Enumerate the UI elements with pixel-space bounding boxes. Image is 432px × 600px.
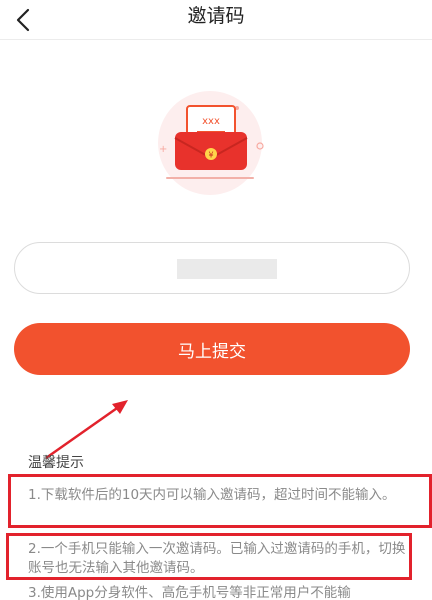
svg-text:¥: ¥ (208, 151, 213, 160)
tip-item-3: 3.使用App分身软件、高危手机号等非正常用户不能输 (28, 585, 351, 600)
tips-title: 温馨提示 (28, 455, 84, 471)
invite-code-field[interactable] (14, 242, 410, 294)
letter-text: xxx (202, 116, 220, 127)
navbar: 邀请码 (0, 0, 432, 40)
highlight-box-tip-1 (8, 474, 432, 528)
page-title: 邀请码 (187, 5, 245, 27)
highlight-box-tip-2 (6, 533, 412, 580)
submit-button[interactable]: 马上提交 (14, 323, 410, 375)
invite-illustration: + xxx ¥ (145, 88, 275, 198)
svg-text:+: + (159, 144, 167, 155)
obscured-code-value (177, 259, 277, 279)
red-envelope-letter-icon: + xxx ¥ (158, 91, 264, 195)
